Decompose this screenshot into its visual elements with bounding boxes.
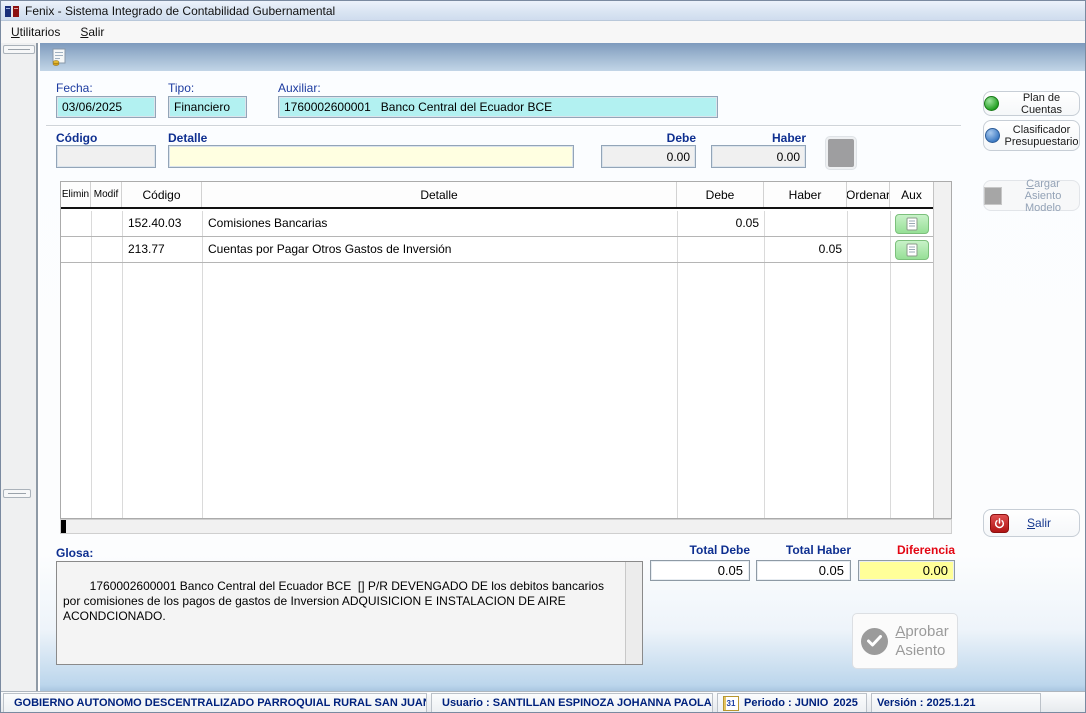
status-entity-panel: GOBIERNO AUTONOMO DESCENTRALIZADO PARROQ… (3, 693, 427, 713)
cell-ordenar (847, 211, 890, 237)
col-header-aux[interactable]: Aux (890, 182, 933, 207)
aux-detail-button[interactable] (895, 214, 929, 234)
tipo-label: Tipo: (168, 81, 194, 95)
table-row[interactable]: 152.40.03 Comisiones Bancarias 0.05 (61, 211, 933, 237)
cell-debe (677, 237, 764, 263)
period-text: Periodo : JUNIO (744, 697, 828, 709)
aux-detail-button[interactable] (895, 240, 929, 260)
form-panel: Fecha: Tipo: Auxiliar: Código Detalle De… (40, 71, 1086, 691)
codigo-label: Código (56, 131, 97, 145)
cell-ordenar (847, 237, 890, 263)
gray-square-icon (984, 187, 1002, 205)
table-row[interactable]: 213.77 Cuentas por Pagar Otros Gastos de… (61, 237, 933, 263)
glosa-label: Glosa: (56, 546, 93, 560)
total-haber-label: Total Haber (756, 543, 851, 557)
haber-label: Haber (711, 131, 806, 145)
cell-haber: 0.05 (764, 237, 847, 263)
app-icon (4, 3, 20, 19)
tipo-input[interactable] (168, 96, 247, 118)
aprobar-asiento-button[interactable]: AprobarAsiento (852, 613, 958, 669)
haber-input[interactable] (711, 145, 806, 168)
col-header-haber[interactable]: Haber (764, 182, 847, 207)
menu-bar: Utilitarios Salir (1, 21, 1086, 43)
note-icon (906, 217, 918, 231)
menu-utilitarios[interactable]: Utilitarios (1, 22, 70, 42)
entity-name: GOBIERNO AUTONOMO DESCENTRALIZADO PARROQ… (14, 697, 427, 709)
diferencia-label: Diferencia (858, 543, 955, 557)
version-text: Versión : 2025.1.21 (877, 697, 975, 709)
total-debe-label: Total Debe (650, 543, 750, 557)
debe-label: Debe (601, 131, 696, 145)
menu-salir[interactable]: Salir (70, 22, 114, 42)
green-sphere-icon (984, 96, 999, 111)
scrollbar-thumb[interactable] (61, 520, 66, 533)
cell-debe: 0.05 (677, 211, 764, 237)
plan-de-cuentas-button[interactable]: Plan de Cuentas (983, 91, 1080, 116)
toolbar (40, 43, 1086, 71)
cell-codigo: 152.40.03 (122, 211, 202, 237)
splitter-handle-top[interactable] (3, 45, 35, 54)
cell-detalle: Comisiones Bancarias (202, 211, 677, 237)
note-icon (906, 243, 918, 257)
status-user-panel: Usuario : SANTILLAN ESPINOZA JOHANNA PAO… (431, 693, 713, 713)
separator-line (46, 125, 961, 127)
salir-button[interactable]: Salir (983, 509, 1080, 537)
cell-haber (764, 211, 847, 237)
diferencia-field: 0.00 (858, 560, 955, 581)
splitter-handle-bottom[interactable] (3, 489, 31, 498)
col-header-detalle[interactable]: Detalle (202, 182, 677, 207)
col-header-ordenar[interactable]: Ordenar (847, 182, 890, 207)
user-name: Usuario : SANTILLAN ESPINOZA JOHANNA PAO… (442, 697, 712, 709)
period-year: 2025 (833, 697, 861, 709)
clasificador-presupuestario-button[interactable]: ClasificadorPresupuestario (983, 120, 1080, 151)
app-window: Fenix - Sistema Integrado de Contabilida… (0, 0, 1086, 713)
status-version-panel: Versión : 2025.1.21 (871, 693, 1041, 713)
window-title: Fenix - Sistema Integrado de Contabilida… (25, 4, 335, 18)
fecha-input[interactable] (56, 96, 156, 118)
status-bar: GOBIERNO AUTONOMO DESCENTRALIZADO PARROQ… (1, 691, 1086, 713)
calendar-icon: 31 (723, 696, 739, 711)
title-bar: Fenix - Sistema Integrado de Contabilida… (1, 1, 1086, 21)
glosa-textarea[interactable]: 1760002600001 Banco Central del Ecuador … (56, 561, 643, 665)
power-icon (990, 514, 1009, 533)
detalle-input[interactable] (168, 145, 574, 168)
col-header-codigo[interactable]: Código (122, 182, 202, 207)
auxiliar-input[interactable] (278, 96, 718, 118)
grid-header-row: Elimin Modif Código Detalle Debe Haber O… (61, 182, 933, 209)
detalle-label: Detalle (168, 131, 207, 145)
grid-horizontal-scrollbar[interactable] (60, 519, 952, 534)
debe-input[interactable] (601, 145, 696, 168)
col-header-debe[interactable]: Debe (677, 182, 764, 207)
entries-grid: Elimin Modif Código Detalle Debe Haber O… (60, 181, 952, 519)
total-debe-field: 0.05 (650, 560, 750, 581)
check-icon (861, 628, 888, 655)
col-header-elimin[interactable]: Elimin (61, 182, 91, 207)
grid-body: 152.40.03 Comisiones Bancarias 0.05 (61, 211, 933, 518)
main-area: Fecha: Tipo: Auxiliar: Código Detalle De… (40, 43, 1086, 691)
auxiliar-label: Auxiliar: (278, 81, 321, 95)
total-haber-field: 0.05 (756, 560, 851, 581)
fecha-label: Fecha: (56, 81, 93, 95)
cell-codigo: 213.77 (122, 237, 202, 263)
grid-vertical-scrollbar[interactable] (933, 182, 951, 518)
col-header-modif[interactable]: Modif (91, 182, 122, 207)
new-entry-document-icon[interactable] (48, 46, 70, 68)
left-collapsed-panel (1, 43, 38, 691)
blue-sphere-icon (985, 128, 1000, 143)
codigo-input[interactable] (56, 145, 156, 168)
status-period-panel: 31 Periodo : JUNIO 2025 (717, 693, 867, 713)
glosa-scrollbar[interactable] (625, 562, 642, 664)
cell-detalle: Cuentas por Pagar Otros Gastos de Invers… (202, 237, 677, 263)
add-line-button[interactable] (826, 137, 856, 169)
cargar-asiento-modelo-button[interactable]: Cargar AsientoModelo (983, 180, 1080, 211)
